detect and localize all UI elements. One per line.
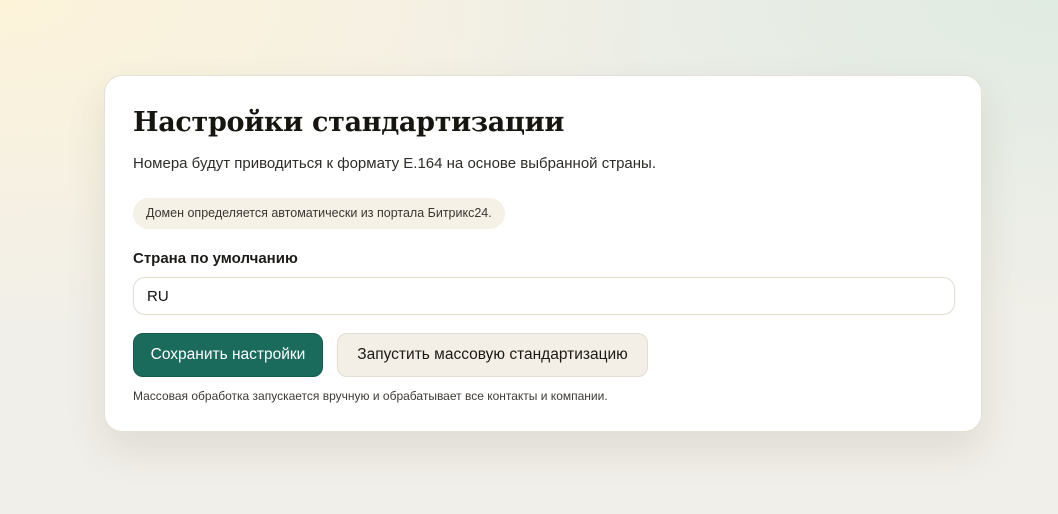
page-title: Настройки стандартизации <box>133 107 565 138</box>
run-mass-standardization-button[interactable]: Запустить массовую стандартизацию <box>337 333 648 377</box>
page-subtitle: Номера будут приводиться к формату E.164… <box>133 155 656 172</box>
save-settings-button[interactable]: Сохранить настройки <box>133 333 323 377</box>
country-input[interactable] <box>133 277 955 315</box>
settings-card: Настройки стандартизации Номера будут пр… <box>104 75 982 432</box>
mass-processing-note: Массовая обработка запускается вручную и… <box>133 389 608 403</box>
domain-info-badge: Домен определяется автоматически из порт… <box>133 198 505 229</box>
country-label: Страна по умолчанию <box>133 250 298 267</box>
